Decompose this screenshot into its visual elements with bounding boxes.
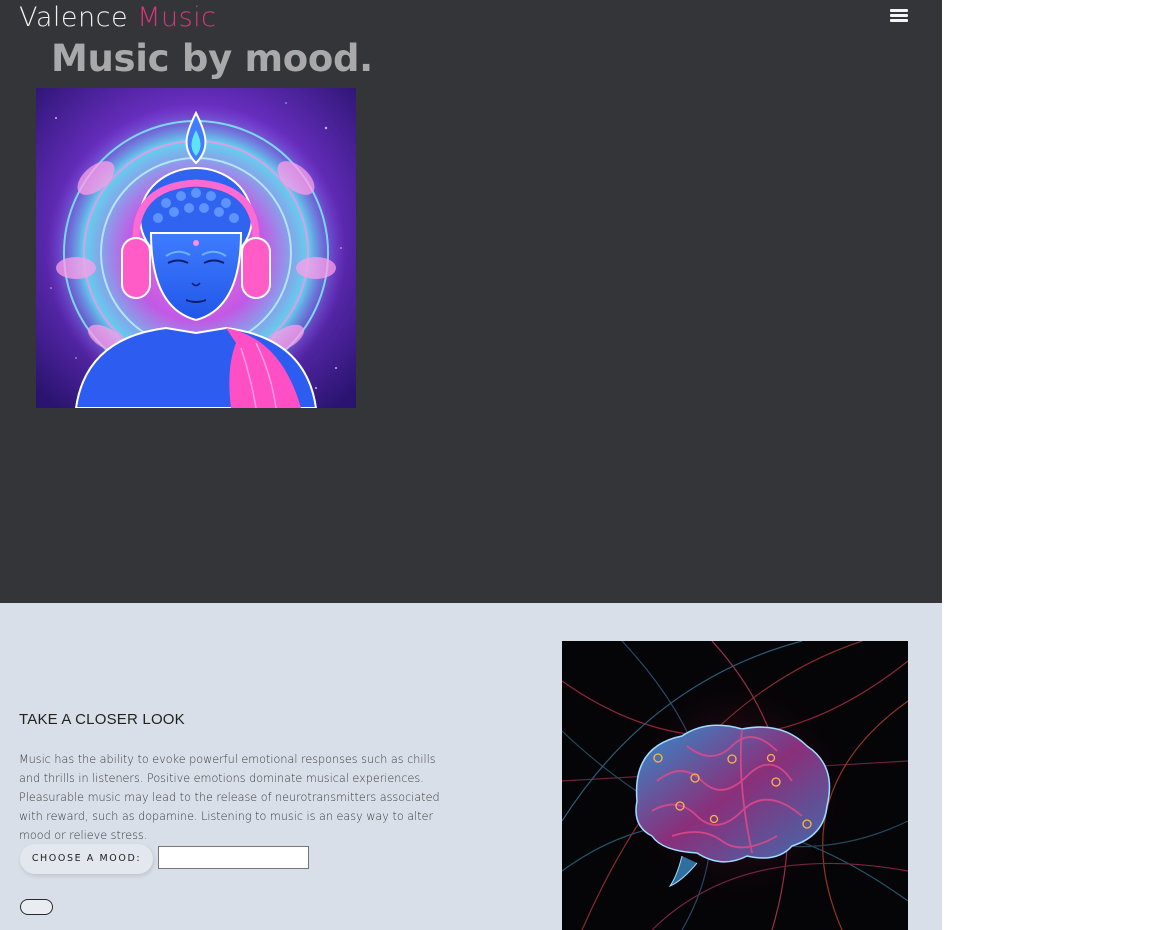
choose-mood-label: CHOOSE A MOOD: bbox=[20, 844, 153, 874]
brand-logo[interactable]: Valence Music bbox=[19, 1, 217, 35]
section-description: Music has the ability to evoke powerful … bbox=[19, 753, 440, 842]
mood-input[interactable] bbox=[158, 846, 309, 869]
menu-bar-middle bbox=[890, 14, 908, 17]
menu-bar-bottom bbox=[890, 19, 908, 22]
hero-tagline: Music by mood. bbox=[51, 37, 373, 80]
hero-section: Valence Music Music by mood. bbox=[0, 0, 942, 603]
hamburger-menu-icon[interactable] bbox=[890, 8, 908, 24]
brand-word-valence: Valence bbox=[19, 2, 129, 33]
closer-look-section: TAKE A CLOSER LOOK Music has the ability… bbox=[0, 603, 942, 930]
section-title: TAKE A CLOSER LOOK bbox=[19, 711, 185, 728]
submit-mood-button[interactable] bbox=[20, 899, 53, 915]
brand-word-music: Music bbox=[137, 2, 217, 33]
buddha-image bbox=[36, 88, 356, 408]
brain-image bbox=[562, 641, 908, 930]
menu-bar-top bbox=[890, 9, 908, 12]
